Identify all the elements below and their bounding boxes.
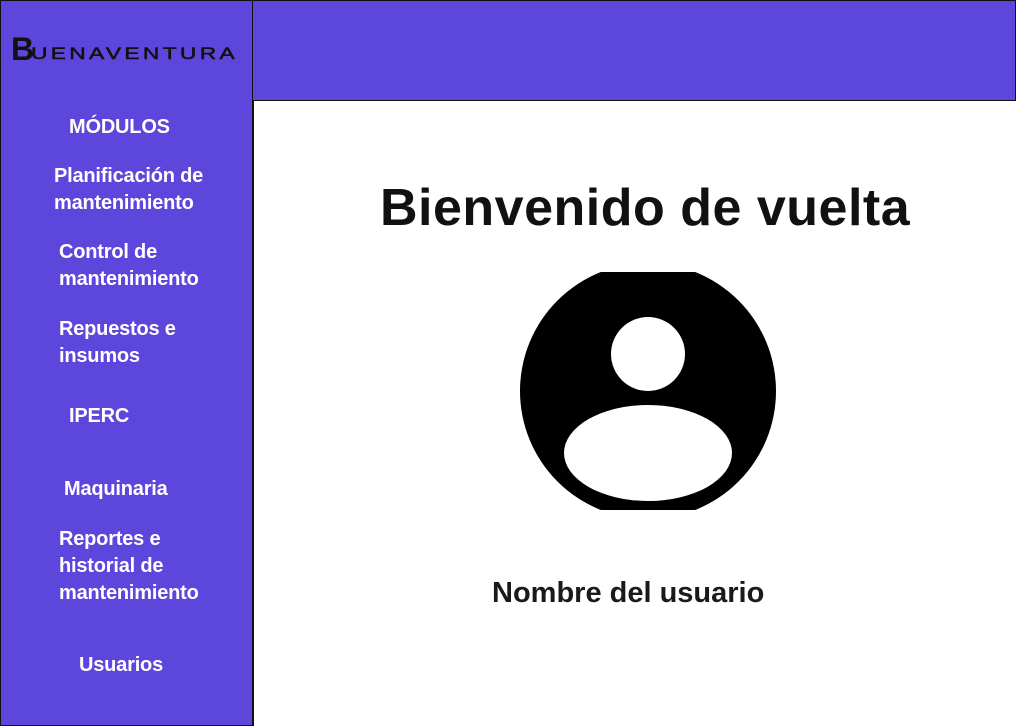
sidebar-item-label: Control de xyxy=(59,241,157,263)
user-circle-icon xyxy=(520,272,776,510)
sidebar-item-maquinaria[interactable]: Maquinaria xyxy=(64,476,168,503)
sidebar-item-label: Reportes e xyxy=(59,528,161,550)
sidebar-item-iperc[interactable]: IPERC xyxy=(69,403,129,430)
sidebar-item-label: Maquinaria xyxy=(64,478,168,500)
app-window: B UENAVENTURA MÓDULOS Planificación de m… xyxy=(0,0,1016,726)
sidebar-item-label: historial de xyxy=(59,555,164,577)
sidebar-item-reportes[interactable]: Reportes e historial de mantenimiento xyxy=(59,526,199,607)
page-title: Bienvenido de vuelta xyxy=(380,179,911,237)
top-bar xyxy=(253,0,1016,101)
sidebar-item-label: Repuestos e xyxy=(59,318,176,340)
logo-text: UENAVENTURA xyxy=(31,44,238,63)
logo-area[interactable]: B UENAVENTURA xyxy=(0,0,254,101)
sidebar-item-label: IPERC xyxy=(69,405,130,427)
sidebar: MÓDULOS Planificación de mantenimiento C… xyxy=(0,100,254,726)
sidebar-heading: MÓDULOS xyxy=(69,116,170,138)
avatar-head xyxy=(611,317,685,391)
sidebar-item-repuestos[interactable]: Repuestos e insumos xyxy=(59,316,176,370)
sidebar-item-label: mantenimiento xyxy=(54,192,194,214)
sidebar-item-label: mantenimiento xyxy=(59,268,199,290)
sidebar-item-control[interactable]: Control de mantenimiento xyxy=(59,239,199,293)
user-name: Nombre del usuario xyxy=(492,577,765,609)
sidebar-item-label: Usuarios xyxy=(79,654,163,676)
sidebar-item-label: insumos xyxy=(59,345,140,367)
sidebar-item-label: mantenimiento xyxy=(59,582,199,604)
avatar-body xyxy=(564,405,732,501)
sidebar-item-label: Planificación de xyxy=(54,165,204,187)
sidebar-item-usuarios[interactable]: Usuarios xyxy=(79,652,163,679)
sidebar-item-planificacion[interactable]: Planificación de mantenimiento xyxy=(54,163,203,217)
buenaventura-logo: B UENAVENTURA xyxy=(11,33,238,67)
